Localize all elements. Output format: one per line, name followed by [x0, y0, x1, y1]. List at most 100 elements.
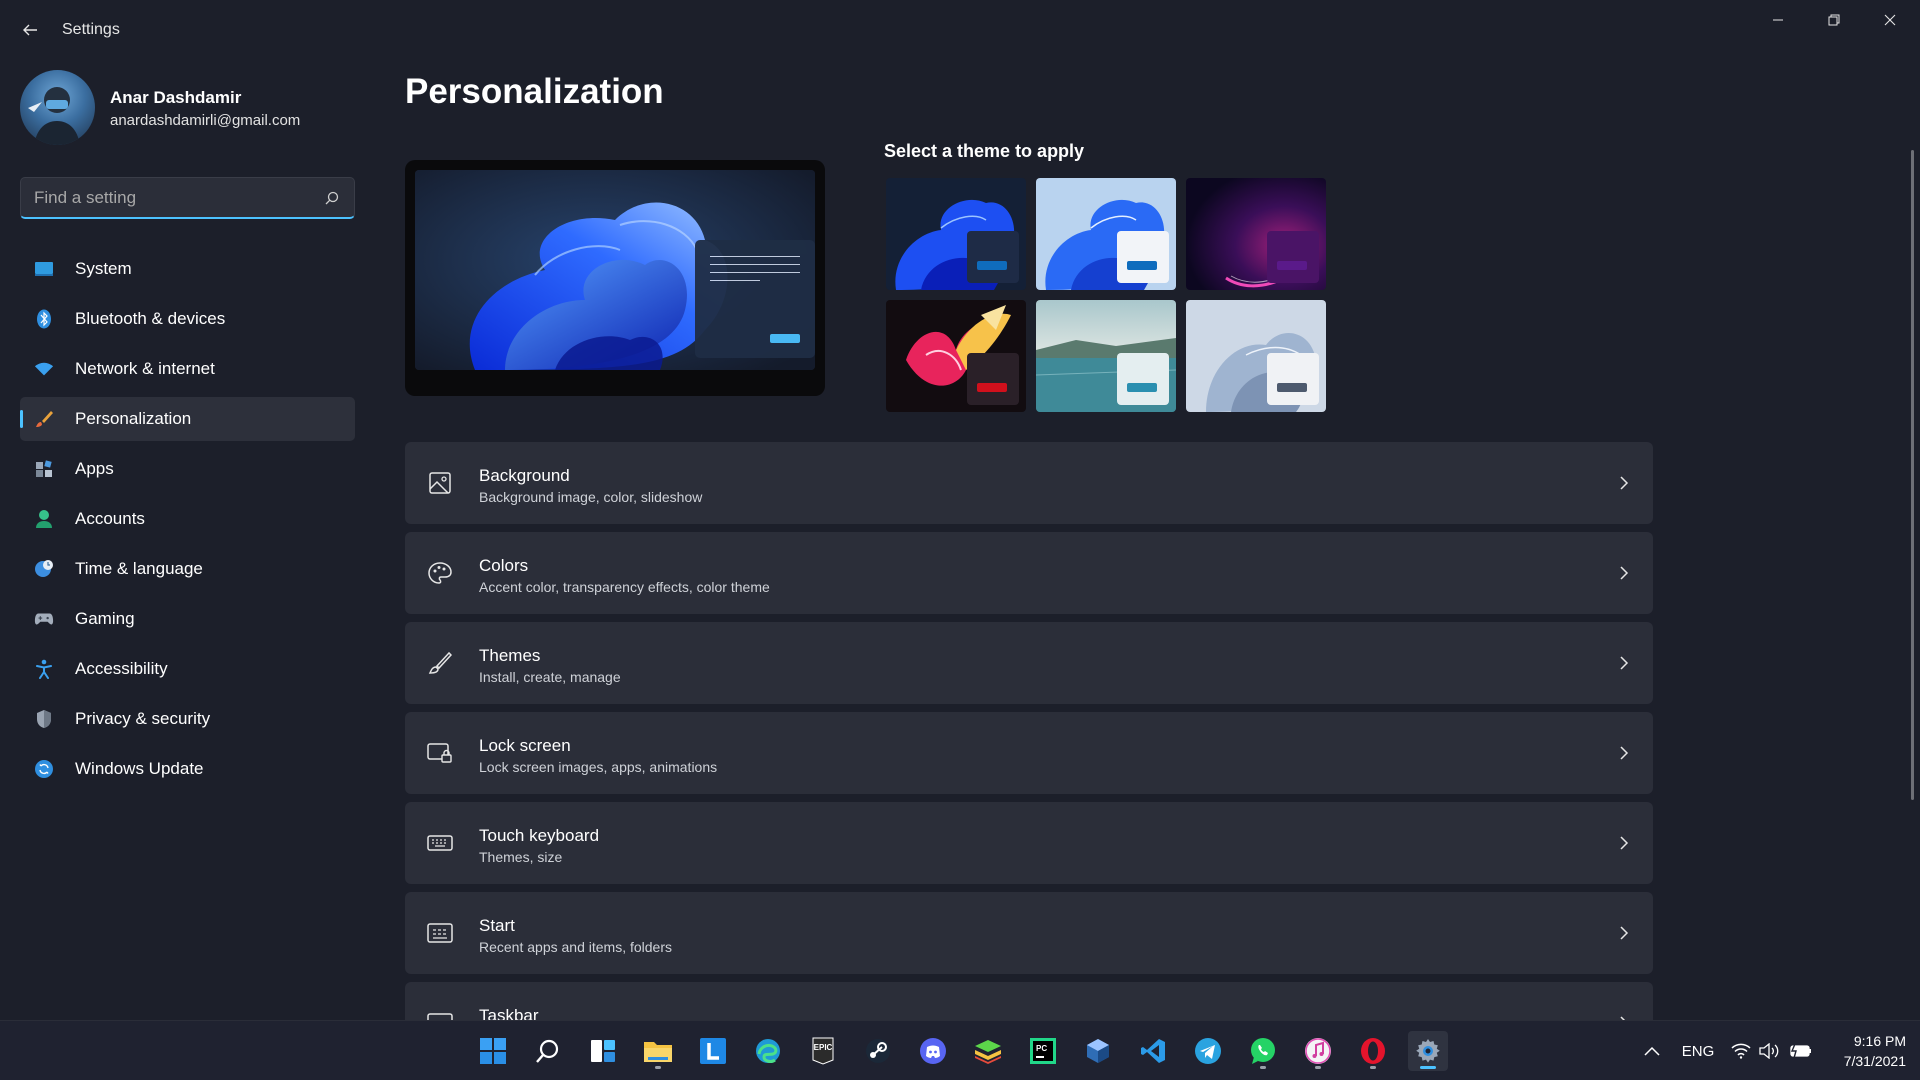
shield-icon [34, 709, 54, 729]
card-title: Background [479, 466, 570, 485]
search-input[interactable] [21, 178, 311, 218]
user-email: anardashdamirli@gmail.com [110, 112, 301, 129]
taskbar-epic-games[interactable]: EPIC [803, 1031, 843, 1071]
taskbar-itunes[interactable] [1298, 1031, 1338, 1071]
taskbar-pycharm[interactable]: PC [1023, 1031, 1063, 1071]
apps-icon [34, 459, 54, 479]
theme-mini-window [1267, 353, 1319, 405]
taskbar-search-button[interactable] [528, 1031, 568, 1071]
theme-tile-flow[interactable] [1186, 300, 1326, 412]
card-themes[interactable]: Themes Install, create, manage [405, 622, 1653, 704]
sidebar-item-label: Accounts [75, 509, 145, 528]
card-subtitle: Background image, color, slideshow [479, 489, 703, 505]
chevron-right-icon [1615, 474, 1633, 492]
sidebar-item-personalization[interactable]: Personalization [20, 397, 355, 441]
theme-tile-glow[interactable] [1186, 178, 1326, 290]
theme-preview [405, 160, 825, 396]
taskbar-file-explorer[interactable] [638, 1031, 678, 1071]
itunes-icon [1305, 1038, 1331, 1064]
taskbar: EPIC PC ENG 9:16 PM 7/31/2021 [0, 1020, 1920, 1080]
chevron-right-icon [1615, 744, 1633, 762]
chevron-right-icon [1615, 654, 1633, 672]
theme-tile-windows-dark[interactable] [886, 178, 1026, 290]
card-colors[interactable]: Colors Accent color, transparency effect… [405, 532, 1653, 614]
sidebar-item-apps[interactable]: Apps [20, 447, 355, 491]
taskbar-steam[interactable] [858, 1031, 898, 1071]
search-icon[interactable] [324, 190, 340, 206]
l-app-icon [700, 1038, 726, 1064]
restore-icon [1828, 14, 1840, 26]
svg-text:EPIC: EPIC [814, 1043, 833, 1052]
taskbar-telegram[interactable] [1188, 1031, 1228, 1071]
sidebar-item-accessibility[interactable]: Accessibility [20, 647, 355, 691]
svg-text:PC: PC [1036, 1044, 1047, 1053]
lock-screen-icon [427, 740, 453, 766]
opera-icon [1361, 1038, 1385, 1064]
bluestacks-icon [975, 1040, 1001, 1064]
taskbar-bluestacks[interactable] [968, 1031, 1008, 1071]
sidebar-item-gaming[interactable]: Gaming [20, 597, 355, 641]
sidebar-item-accounts[interactable]: Accounts [20, 497, 355, 541]
battery-charging-icon [1790, 1043, 1811, 1059]
sidebar-item-label: Apps [75, 459, 114, 478]
taskbar-opera[interactable] [1353, 1031, 1393, 1071]
taskbar-whatsapp[interactable] [1243, 1031, 1283, 1071]
clock[interactable]: 9:16 PM 7/31/2021 [1826, 1031, 1906, 1071]
clock-date: 7/31/2021 [1843, 1053, 1906, 1069]
card-title: Colors [479, 556, 529, 575]
sidebar-item-windows-update[interactable]: Windows Update [20, 747, 355, 791]
back-arrow-icon [23, 24, 37, 36]
taskbar-discord[interactable] [913, 1031, 953, 1071]
card-start[interactable]: Start Recent apps and items, folders [405, 892, 1653, 974]
theme-tile-windows-light[interactable] [1036, 178, 1176, 290]
card-subtitle: Themes, size [479, 849, 563, 865]
back-button[interactable] [14, 14, 46, 46]
taskbar-settings[interactable] [1408, 1031, 1448, 1071]
card-background[interactable]: Background Background image, color, slid… [405, 442, 1653, 524]
taskbar-vscode[interactable] [1133, 1031, 1173, 1071]
system-icon [34, 259, 54, 279]
close-button[interactable] [1862, 0, 1918, 40]
minimize-button[interactable] [1750, 0, 1806, 40]
card-title: Lock screen [479, 736, 571, 755]
sidebar-item-system[interactable]: System [20, 247, 355, 291]
theme-grid [886, 178, 1328, 415]
sidebar-item-time-language[interactable]: Time & language [20, 547, 355, 591]
whatsapp-icon [1251, 1038, 1275, 1064]
sidebar-item-label: Accessibility [75, 659, 168, 678]
language-indicator[interactable]: ENG [1676, 1021, 1720, 1080]
battery-tray[interactable] [1786, 1021, 1816, 1080]
volume-tray[interactable] [1756, 1021, 1782, 1080]
start-icon [427, 920, 453, 946]
sidebar-item-label: Network & internet [75, 359, 215, 378]
network-tray[interactable] [1728, 1021, 1754, 1080]
theme-mini-window [1117, 353, 1169, 405]
wifi-icon [1731, 1043, 1751, 1059]
taskbar-virtualbox[interactable] [1078, 1031, 1118, 1071]
show-hidden-icons-button[interactable] [1638, 1021, 1666, 1080]
user-profile[interactable]: Anar Dashdamir anardashdamirli@gmail.com [20, 70, 360, 146]
theme-tile-captured-motion[interactable] [886, 300, 1026, 412]
title-bar: Settings [0, 0, 1920, 60]
taskbar-lisk-app[interactable] [693, 1031, 733, 1071]
sidebar-item-bluetooth[interactable]: Bluetooth & devices [20, 297, 355, 341]
app-title: Settings [62, 21, 120, 38]
theme-mini-window [967, 231, 1019, 283]
taskbar-edge[interactable] [748, 1031, 788, 1071]
sidebar-item-network[interactable]: Network & internet [20, 347, 355, 391]
theme-tile-sunrise[interactable] [1036, 300, 1176, 412]
sidebar-item-label: Bluetooth & devices [75, 309, 226, 328]
scrollbar[interactable] [1911, 150, 1914, 800]
card-subtitle: Accent color, transparency effects, colo… [479, 579, 770, 595]
taskbar-start-button[interactable] [473, 1031, 513, 1071]
gamepad-icon [34, 609, 54, 629]
card-touch-keyboard[interactable]: Touch keyboard Themes, size [405, 802, 1653, 884]
card-lock-screen[interactable]: Lock screen Lock screen images, apps, an… [405, 712, 1653, 794]
themes-label: Select a theme to apply [884, 141, 1085, 161]
sidebar-item-privacy-security[interactable]: Privacy & security [20, 697, 355, 741]
wifi-icon [34, 359, 54, 379]
taskbar-widgets-button[interactable] [583, 1031, 623, 1071]
restore-button[interactable] [1806, 0, 1862, 40]
card-title: Start [479, 916, 515, 935]
minimize-icon [1773, 19, 1783, 21]
